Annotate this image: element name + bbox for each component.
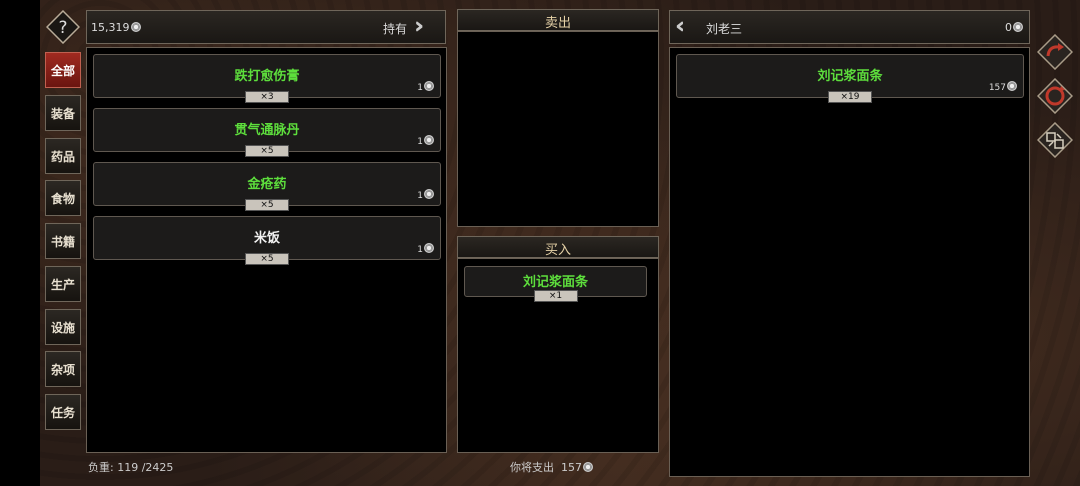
merchant-list: 刘记浆面条 157 ×19 — [669, 47, 1030, 477]
item-name: 刘记浆面条 — [522, 275, 588, 290]
item-name: 刘记浆面条 — [817, 69, 883, 84]
question-diamond-icon: ? — [45, 9, 81, 45]
coin-icon — [424, 189, 434, 199]
redo-arrow-icon — [1036, 33, 1074, 71]
list-item[interactable]: 刘记浆面条 ×1 — [464, 266, 647, 302]
hold-label: 持有 — [383, 22, 408, 36]
coin-icon — [424, 243, 434, 253]
item-name: 金疮药 — [247, 177, 287, 192]
refresh-button[interactable] — [1036, 77, 1074, 115]
coin-icon — [424, 81, 434, 91]
item-price: 1 — [417, 243, 434, 255]
coin-icon — [130, 22, 141, 32]
swap-icon — [1036, 121, 1074, 159]
list-item[interactable]: 米饭 1 ×5 — [93, 216, 441, 265]
merchant-money: 0 — [1005, 21, 1023, 34]
tab-food[interactable]: 食物 — [45, 180, 81, 216]
tab-all[interactable]: 全部 — [45, 52, 81, 88]
tab-facilities[interactable]: 设施 — [45, 309, 81, 345]
list-item[interactable]: 贯气通脉丹 1 ×5 — [93, 108, 441, 157]
item-qty: ×3 — [245, 91, 289, 103]
tab-production[interactable]: 生产 — [45, 266, 81, 302]
item-price: 1 — [417, 189, 434, 201]
tab-quest[interactable]: 任务 — [45, 394, 81, 430]
help-button[interactable]: ? — [45, 9, 81, 45]
item-price: 1 — [417, 135, 434, 147]
item-price: 157 — [989, 81, 1017, 93]
item-name: 跌打愈伤膏 — [234, 69, 300, 84]
coin-icon — [424, 135, 434, 145]
item-name: 贯气通脉丹 — [234, 123, 300, 138]
inventory-header: 15,319 持有 ›› — [86, 10, 446, 44]
item-price: 1 — [417, 81, 434, 93]
swap-button[interactable] — [1036, 121, 1074, 159]
list-item[interactable]: 金疮药 1 ×5 — [93, 162, 441, 211]
tab-misc[interactable]: 杂项 — [45, 351, 81, 387]
item-qty: ×5 — [245, 199, 289, 211]
buy-header: 买入 — [457, 236, 659, 258]
list-item[interactable]: 刘记浆面条 157 ×19 — [676, 54, 1024, 103]
svg-text:?: ? — [58, 18, 67, 38]
item-name: 米饭 — [253, 231, 280, 246]
buy-title: 买入 — [544, 243, 571, 258]
buy-list: 刘记浆面条 ×1 — [457, 258, 659, 453]
redo-button[interactable] — [1036, 33, 1074, 71]
list-item[interactable]: 跌打愈伤膏 1 ×3 — [93, 54, 441, 103]
refresh-icon — [1036, 77, 1074, 115]
player-money: 15,319 — [91, 21, 141, 34]
item-qty: ×1 — [533, 290, 578, 302]
coin-icon — [1007, 81, 1017, 91]
sell-list — [457, 31, 659, 227]
inventory-list: 跌打愈伤膏 1 ×3 贯气通脉丹 1 ×5 金疮药 1 ×5 米饭 1 ×5 — [86, 47, 447, 453]
item-qty: ×19 — [828, 91, 872, 103]
spend-display: 你将支出 157 — [510, 459, 593, 475]
tab-medicine[interactable]: 药品 — [45, 138, 81, 174]
item-qty: ×5 — [245, 145, 289, 157]
merchant-header: ‹‹ 刘老三 0 — [669, 10, 1030, 44]
merchant-name: 刘老三 — [706, 22, 743, 36]
coin-icon — [1013, 22, 1023, 32]
weight-display: 负重: 119 /2425 — [88, 461, 174, 474]
coin-icon — [583, 462, 593, 472]
tab-equipment[interactable]: 装备 — [45, 95, 81, 131]
item-qty: ×5 — [245, 253, 289, 265]
sell-header: 卖出 — [457, 9, 659, 31]
tab-books[interactable]: 书籍 — [45, 223, 81, 259]
sell-title: 卖出 — [544, 16, 571, 31]
